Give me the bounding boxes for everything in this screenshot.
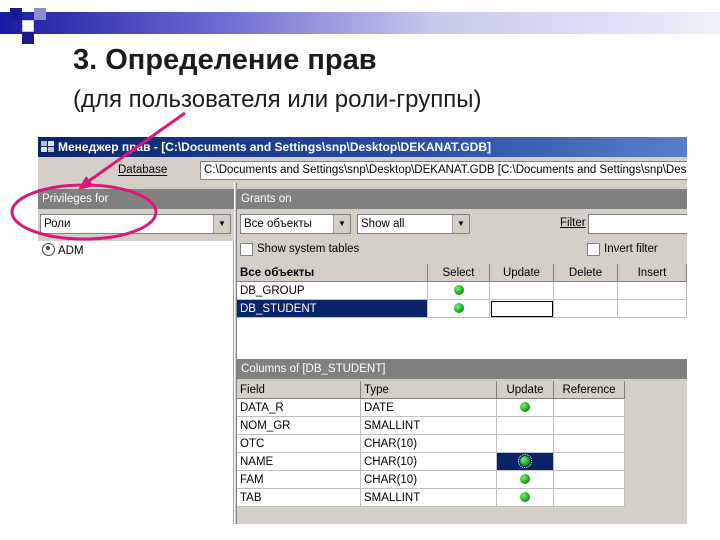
column-type-cell[interactable]: DATE — [361, 399, 497, 417]
show-system-tables-checkbox[interactable] — [240, 243, 253, 256]
list-item-label: ADM — [58, 245, 84, 257]
window-titlebar: Менеджер прав - [C:\Documents and Settin… — [38, 137, 687, 157]
grant-on-icon — [520, 474, 530, 484]
grant-on-icon — [520, 402, 530, 412]
column-header-reference[interactable]: Reference — [554, 381, 625, 399]
privileges-list: ADM — [38, 241, 234, 524]
decor-square — [22, 32, 34, 44]
column-header-insert[interactable]: Insert — [618, 264, 687, 282]
column-field-cell[interactable]: TAB — [237, 489, 361, 507]
decor-square — [22, 20, 34, 32]
slide-decoration-bar — [0, 12, 720, 34]
show-combo-value: Show all — [361, 218, 405, 230]
filter-label: Filter — [560, 217, 586, 229]
grant-on-icon — [453, 303, 464, 313]
show-system-tables-label: Show system tables — [257, 243, 360, 255]
columns-panel: Field Type Update Reference DATA_R DATE NO… — [237, 381, 687, 524]
decor-square — [34, 8, 46, 20]
column-type-cell[interactable]: SMALLINT — [361, 417, 497, 435]
grant-delete-cell[interactable] — [554, 300, 618, 318]
invert-filter-label: Invert filter — [604, 243, 658, 255]
column-header-field[interactable]: Field — [237, 381, 361, 399]
column-field-cell[interactable]: OTC — [237, 435, 361, 453]
column-field-cell[interactable]: FAM — [237, 471, 361, 489]
grant-on-icon — [518, 454, 532, 468]
app-icon — [41, 141, 54, 152]
column-reference-cell[interactable] — [554, 453, 625, 471]
decor-square — [10, 8, 22, 20]
column-update-cell[interactable] — [497, 399, 554, 417]
table-row-name-selected[interactable]: DB_STUDENT — [237, 300, 428, 318]
column-update-cell[interactable] — [497, 453, 554, 471]
column-header-objects[interactable]: Все объекты — [237, 264, 428, 282]
column-reference-cell[interactable] — [554, 399, 625, 417]
grant-update-cell-focused[interactable] — [490, 300, 554, 318]
rights-manager-window: Менеджер прав - [C:\Documents and Settin… — [38, 137, 687, 524]
grant-insert-cell[interactable] — [618, 300, 687, 318]
filter-input[interactable] — [588, 214, 687, 234]
column-field-cell[interactable]: DATA_R — [237, 399, 361, 417]
list-item-adm[interactable]: ADM — [42, 243, 84, 259]
columns-panel-header: Columns of [DB_STUDENT] — [237, 359, 687, 379]
objects-combo[interactable]: Все объекты ▼ — [240, 214, 351, 234]
objects-combo-value: Все объекты — [244, 218, 312, 230]
column-header-delete[interactable]: Delete — [554, 264, 618, 282]
chevron-down-icon[interactable]: ▼ — [213, 215, 230, 233]
show-combo[interactable]: Show all ▼ — [357, 214, 470, 234]
column-type-cell[interactable]: SMALLINT — [361, 489, 497, 507]
slide-title: 3. Определение прав — [73, 44, 377, 76]
grant-select-cell[interactable] — [428, 282, 490, 300]
chevron-down-icon[interactable]: ▼ — [452, 215, 469, 233]
column-update-cell[interactable] — [497, 435, 554, 453]
grant-on-icon — [453, 285, 464, 295]
column-header-select[interactable]: Select — [428, 264, 490, 282]
column-header-update[interactable]: Update — [490, 264, 554, 282]
chevron-down-icon[interactable]: ▼ — [333, 215, 350, 233]
grant-insert-cell[interactable] — [618, 282, 687, 300]
grant-delete-cell[interactable] — [554, 282, 618, 300]
slide-subtitle: (для пользователя или роли-группы) — [73, 86, 482, 113]
column-reference-cell[interactable] — [554, 417, 625, 435]
table-row-name[interactable]: DB_GROUP — [237, 282, 428, 300]
column-reference-cell[interactable] — [554, 435, 625, 453]
database-row: Database C:\Documents and Settings\snp\D… — [38, 159, 687, 183]
columns-grid: Field Type Update Reference DATA_R DATE NO… — [237, 381, 625, 507]
privileges-type-value: Роли — [44, 218, 71, 230]
grants-on-header: Grants on — [237, 189, 687, 209]
column-header-type[interactable]: Type — [361, 381, 497, 399]
database-path-field[interactable]: C:\Documents and Settings\snp\Desktop\DE… — [200, 161, 687, 180]
column-reference-cell[interactable] — [554, 471, 625, 489]
column-update-cell[interactable] — [497, 489, 554, 507]
column-update-cell[interactable] — [497, 417, 554, 435]
column-reference-cell[interactable] — [554, 489, 625, 507]
grant-select-cell[interactable] — [428, 300, 490, 318]
privileges-type-combo[interactable]: Роли ▼ — [40, 214, 231, 234]
objects-grid: Все объекты Select Update Delete Insert … — [237, 264, 687, 359]
column-field-cell[interactable]: NOM_GR — [237, 417, 361, 435]
user-icon — [42, 243, 55, 256]
grant-on-icon — [520, 492, 530, 502]
invert-filter-checkbox[interactable] — [587, 243, 600, 256]
column-field-cell[interactable]: NAME — [237, 453, 361, 471]
grant-update-cell[interactable] — [490, 282, 554, 300]
column-type-cell[interactable]: CHAR(10) — [361, 435, 497, 453]
column-type-cell[interactable]: CHAR(10) — [361, 471, 497, 489]
column-update-cell[interactable] — [497, 471, 554, 489]
privileges-for-header: Privileges for — [38, 189, 234, 209]
column-header-update[interactable]: Update — [497, 381, 554, 399]
window-title: Менеджер прав - [C:\Documents and Settin… — [58, 140, 491, 154]
database-label: Database — [118, 164, 168, 176]
column-type-cell[interactable]: CHAR(10) — [361, 453, 497, 471]
